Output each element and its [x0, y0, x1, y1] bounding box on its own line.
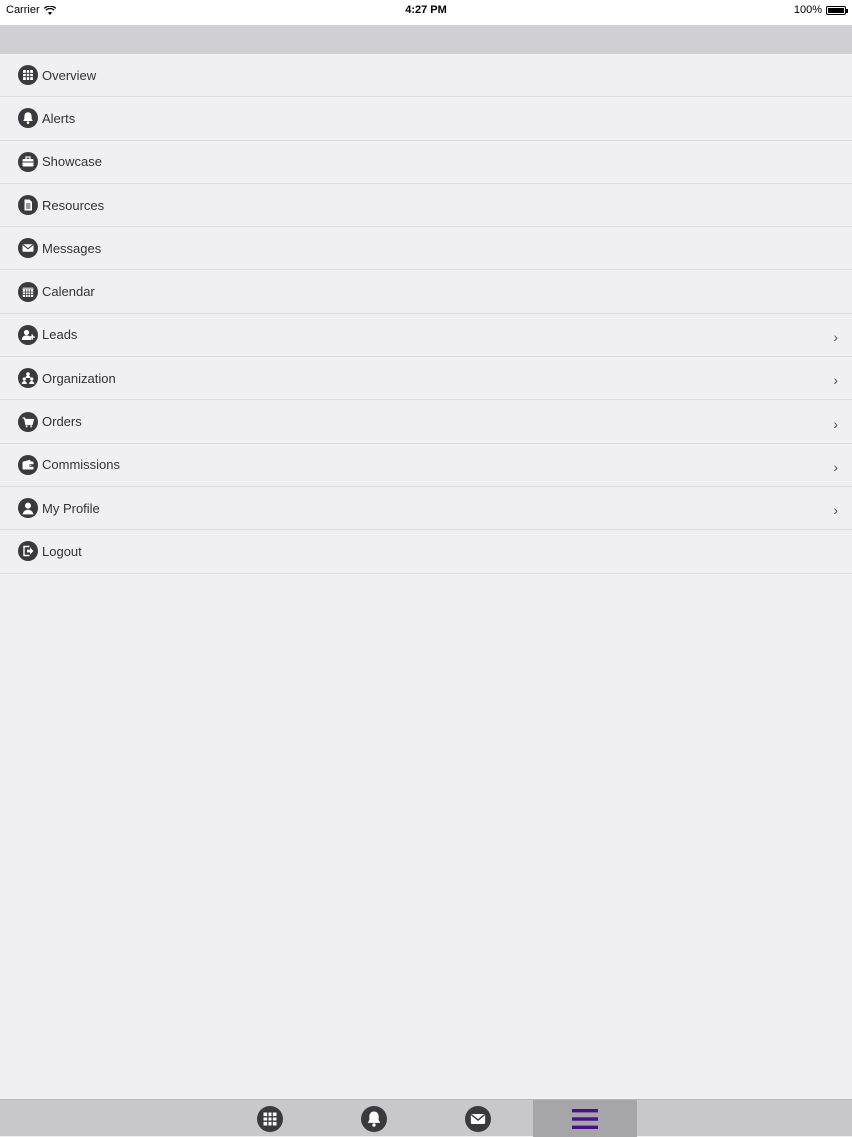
tab-menu[interactable] [533, 1100, 637, 1137]
menu-item-leads[interactable]: Leads › [0, 314, 852, 358]
menu-item-label: Calendar [42, 284, 95, 300]
envelope-icon [465, 1105, 491, 1132]
navigation-bar [0, 25, 852, 54]
menu-item-label: Organization [42, 370, 116, 386]
briefcase-icon [18, 151, 38, 172]
menu-item-label: Resources [42, 197, 105, 213]
hamburger-icon [572, 1108, 598, 1130]
organization-icon [18, 368, 38, 389]
chevron-right-icon: › [833, 502, 838, 519]
menu-item-my-profile[interactable]: My Profile › [0, 487, 852, 531]
add-user-icon [18, 324, 38, 345]
menu-item-alerts[interactable]: Alerts [0, 97, 852, 141]
menu-item-label: Orders [42, 414, 82, 430]
chevron-right-icon: › [833, 372, 838, 389]
menu-item-label: My Profile [42, 500, 100, 516]
menu-item-logout[interactable]: Logout [0, 530, 852, 574]
tab-bar [0, 1099, 852, 1137]
tab-messages[interactable] [426, 1100, 530, 1137]
tab-overview[interactable] [218, 1100, 322, 1137]
chevron-right-icon: › [833, 458, 838, 475]
menu-item-label: Alerts [42, 110, 76, 126]
chevron-right-icon: › [833, 415, 838, 432]
envelope-icon [18, 238, 38, 259]
menu-item-resources[interactable]: Resources [0, 184, 852, 228]
menu-item-label: Commissions [42, 457, 121, 473]
menu-item-label: Showcase [42, 154, 102, 170]
menu-item-organization[interactable]: Organization › [0, 357, 852, 401]
menu-item-label: Leads [42, 327, 78, 343]
bell-icon [361, 1105, 387, 1132]
cart-icon [18, 411, 38, 432]
battery-icon [826, 5, 848, 15]
tab-alerts[interactable] [322, 1100, 426, 1137]
chevron-right-icon: › [833, 328, 838, 345]
battery-label: 100% [793, 4, 822, 16]
menu-item-label: Overview [42, 67, 97, 83]
menu-item-orders[interactable]: Orders › [0, 400, 852, 444]
grid-icon [18, 65, 38, 86]
status-bar: Carrier 4:27 PM 100% [0, 0, 852, 25]
battery-info: 100% [793, 4, 848, 16]
menu-item-label: Logout [42, 543, 82, 559]
bell-icon [18, 108, 38, 129]
menu-item-commissions[interactable]: Commissions › [0, 444, 852, 487]
menu-item-messages[interactable]: Messages [0, 227, 852, 271]
document-icon [18, 195, 38, 216]
user-icon [18, 498, 38, 519]
grid-icon [257, 1105, 283, 1132]
clock: 4:27 PM [405, 4, 447, 16]
menu-item-showcase[interactable]: Showcase [0, 141, 852, 184]
calendar-icon [18, 281, 38, 302]
side-menu: Overview Alerts Showcase Resources Messages C… [0, 54, 852, 574]
menu-item-label: Messages [42, 240, 102, 256]
menu-item-overview[interactable]: Overview [0, 54, 852, 98]
menu-item-calendar[interactable]: Calendar [0, 270, 852, 314]
wallet-icon [18, 454, 38, 475]
logout-icon [18, 541, 38, 562]
